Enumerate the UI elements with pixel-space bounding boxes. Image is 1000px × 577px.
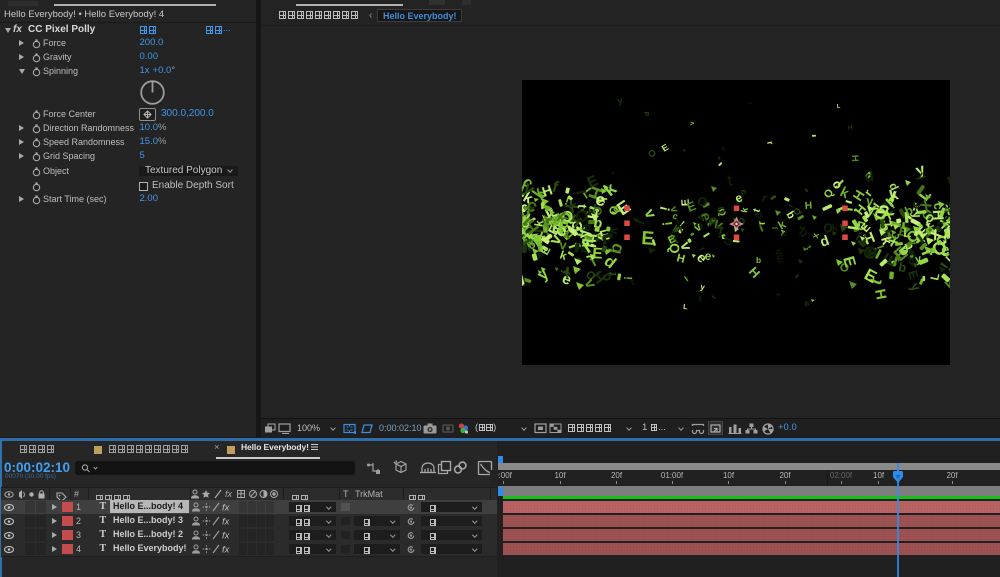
svg-text:E: E: [776, 253, 784, 266]
svg-text:fx: fx: [222, 545, 231, 555]
svg-text:!: !: [621, 276, 635, 281]
svg-text:H: H: [848, 125, 854, 132]
svg-text:H: H: [850, 155, 861, 162]
svg-text:H: H: [804, 201, 812, 212]
svg-text:L: L: [903, 225, 912, 240]
svg-text:e: e: [940, 242, 950, 259]
svg-text:fx: fx: [222, 531, 231, 541]
svg-text:k: k: [832, 223, 840, 235]
svg-text:fx: fx: [225, 489, 233, 499]
svg-text:E: E: [641, 228, 655, 250]
svg-text:d: d: [644, 112, 651, 116]
svg-text:fx: fx: [222, 503, 231, 513]
svg-text:v: v: [689, 121, 696, 125]
svg-text:fx: fx: [222, 517, 231, 527]
svg-text:b: b: [756, 255, 761, 265]
